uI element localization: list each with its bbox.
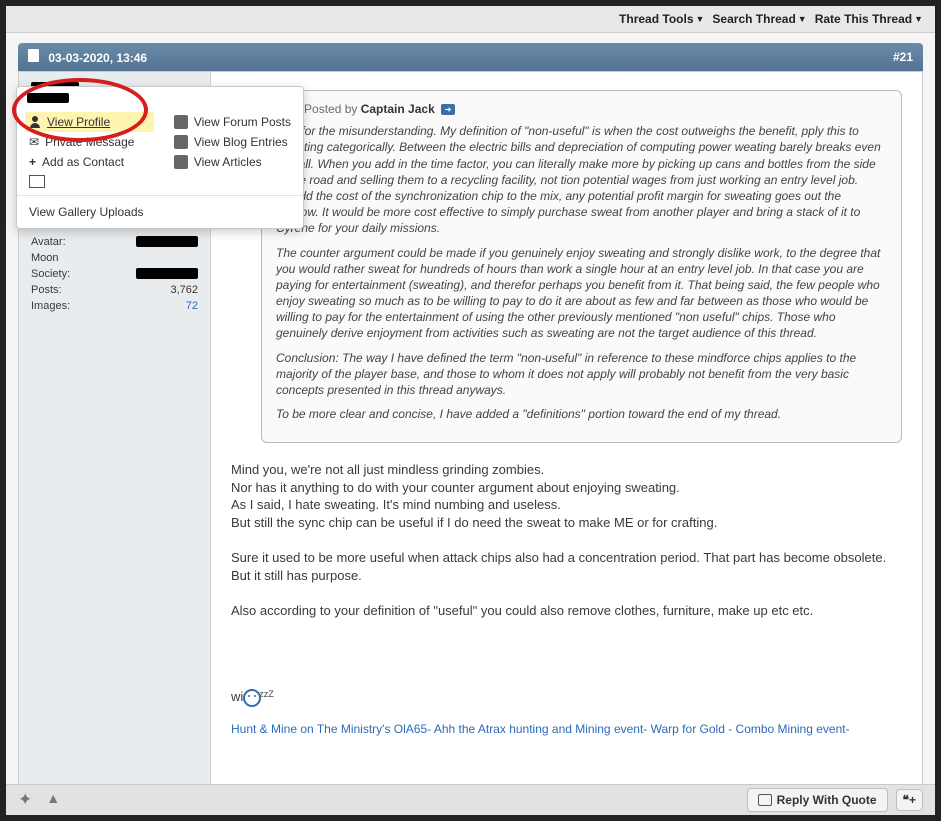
thread-toolbar: Thread Tools ▼ Search Thread ▼ Rate This…	[6, 6, 935, 33]
search-thread[interactable]: Search Thread ▼	[712, 12, 806, 26]
search-thread-label: Search Thread	[712, 12, 795, 26]
quote-header: nally Posted by Captain Jack ➔	[276, 101, 887, 117]
thread-tools-label: Thread Tools	[619, 12, 693, 26]
quote-p2: ou add the cost of the synchronization c…	[276, 188, 887, 237]
quote-box: nally Posted by Captain Jack ➔ gize for …	[261, 90, 902, 443]
multiquote-button[interactable]: ❝+	[896, 789, 923, 811]
menu-view-blog-label: View Blog Entries	[194, 135, 288, 149]
images-link[interactable]: 72	[186, 300, 198, 312]
quote-p1: gize for the misunderstanding. My defini…	[276, 123, 887, 188]
thread-tools[interactable]: Thread Tools ▼	[619, 12, 704, 26]
person-icon	[29, 116, 41, 128]
menu-add-contact[interactable]: + Add as Contact	[25, 152, 154, 172]
menu-view-profile[interactable]: View Profile	[25, 112, 154, 132]
menu-view-articles[interactable]: View Articles	[170, 152, 295, 172]
warning-icon[interactable]: ▲	[46, 790, 60, 810]
posts-icon	[174, 115, 188, 129]
sleep-emoticon-icon	[243, 689, 261, 707]
reply-l3: As I said, I hate sweating. It's mind nu…	[231, 496, 902, 514]
reply-body: Mind you, we're not all just mindless gr…	[231, 461, 902, 619]
quote-p3: The counter argument could be made if yo…	[276, 245, 887, 342]
caret-down-icon: ▼	[798, 14, 807, 24]
quote-text: gize for the misunderstanding. My defini…	[276, 123, 887, 422]
post-content: nally Posted by Captain Jack ➔ gize for …	[211, 72, 922, 792]
user-context-menu: View Profile ✉ Private Message + Add as …	[16, 86, 304, 229]
redacted-society	[136, 268, 198, 279]
caret-down-icon: ▼	[696, 14, 705, 24]
quote-p4: Conclusion: The way I have defined the t…	[276, 350, 887, 399]
reply-l1: Mind you, we're not all just mindless gr…	[231, 461, 902, 479]
menu-view-forum-posts[interactable]: View Forum Posts	[170, 112, 295, 132]
quote-p5: To be more clear and concise, I have add…	[276, 406, 887, 422]
reply-with-quote-button[interactable]: Reply With Quote	[747, 788, 888, 812]
images-label: Images:	[31, 300, 70, 312]
plus-icon: +	[29, 155, 36, 169]
document-icon	[28, 49, 39, 62]
reply-with-quote-label: Reply With Quote	[777, 793, 877, 807]
signature: wi zzZ Hunt & Mine on The Ministry's OlA6…	[231, 635, 902, 736]
redacted-menu-username	[27, 93, 69, 103]
blog-icon	[174, 135, 188, 149]
menu-private-message[interactable]: ✉ Private Message	[25, 132, 154, 152]
reply-l6: Also according to your definition of "us…	[231, 602, 902, 620]
image-icon	[29, 175, 45, 188]
avatar-value: Moon	[31, 252, 59, 264]
redacted-avatar	[136, 236, 198, 247]
reply-l2: Nor has it anything to do with your coun…	[231, 479, 902, 497]
menu-view-gallery[interactable]: View Gallery Uploads	[29, 202, 291, 222]
post-footer: ✦ ▲ Reply With Quote ❝+	[6, 784, 935, 815]
society-label: Society:	[31, 268, 70, 280]
posts-label: Posts:	[31, 284, 62, 296]
speech-bubble-icon	[758, 794, 772, 806]
post-timestamp: 03-03-2020, 13:46	[48, 51, 147, 65]
zz-text: zzZ	[259, 689, 274, 699]
menu-private-message-label: Private Message	[45, 135, 134, 149]
post-number[interactable]: #21	[893, 50, 913, 64]
envelope-icon: ✉	[29, 135, 39, 149]
star-icon[interactable]: ✦	[18, 790, 32, 810]
menu-view-profile-label: View Profile	[47, 115, 110, 129]
goto-post-icon[interactable]: ➔	[441, 104, 455, 115]
menu-image-icon-row[interactable]	[25, 172, 154, 191]
menu-add-contact-label: Add as Contact	[42, 155, 124, 169]
sig-prefix: wi	[231, 689, 243, 704]
post-header: 03-03-2020, 13:46 #21	[18, 43, 923, 71]
reply-l4: But still the sync chip can be useful if…	[231, 514, 902, 532]
menu-view-blog[interactable]: View Blog Entries	[170, 132, 295, 152]
rate-thread[interactable]: Rate This Thread ▼	[815, 12, 923, 26]
menu-view-gallery-label: View Gallery Uploads	[29, 205, 144, 219]
signature-links[interactable]: Hunt & Mine on The Ministry's OlA65- Ahh…	[231, 721, 902, 737]
quote-author: Captain Jack	[361, 102, 435, 116]
articles-icon	[174, 155, 188, 169]
multiquote-label: ❝+	[903, 793, 916, 807]
caret-down-icon: ▼	[914, 14, 923, 24]
reply-l5: Sure it used to be more useful when atta…	[231, 549, 902, 584]
menu-view-forum-posts-label: View Forum Posts	[194, 115, 291, 129]
menu-view-articles-label: View Articles	[194, 155, 262, 169]
posts-value: 3,762	[170, 284, 198, 296]
avatar-label: Avatar:	[31, 236, 66, 248]
rate-thread-label: Rate This Thread	[815, 12, 912, 26]
